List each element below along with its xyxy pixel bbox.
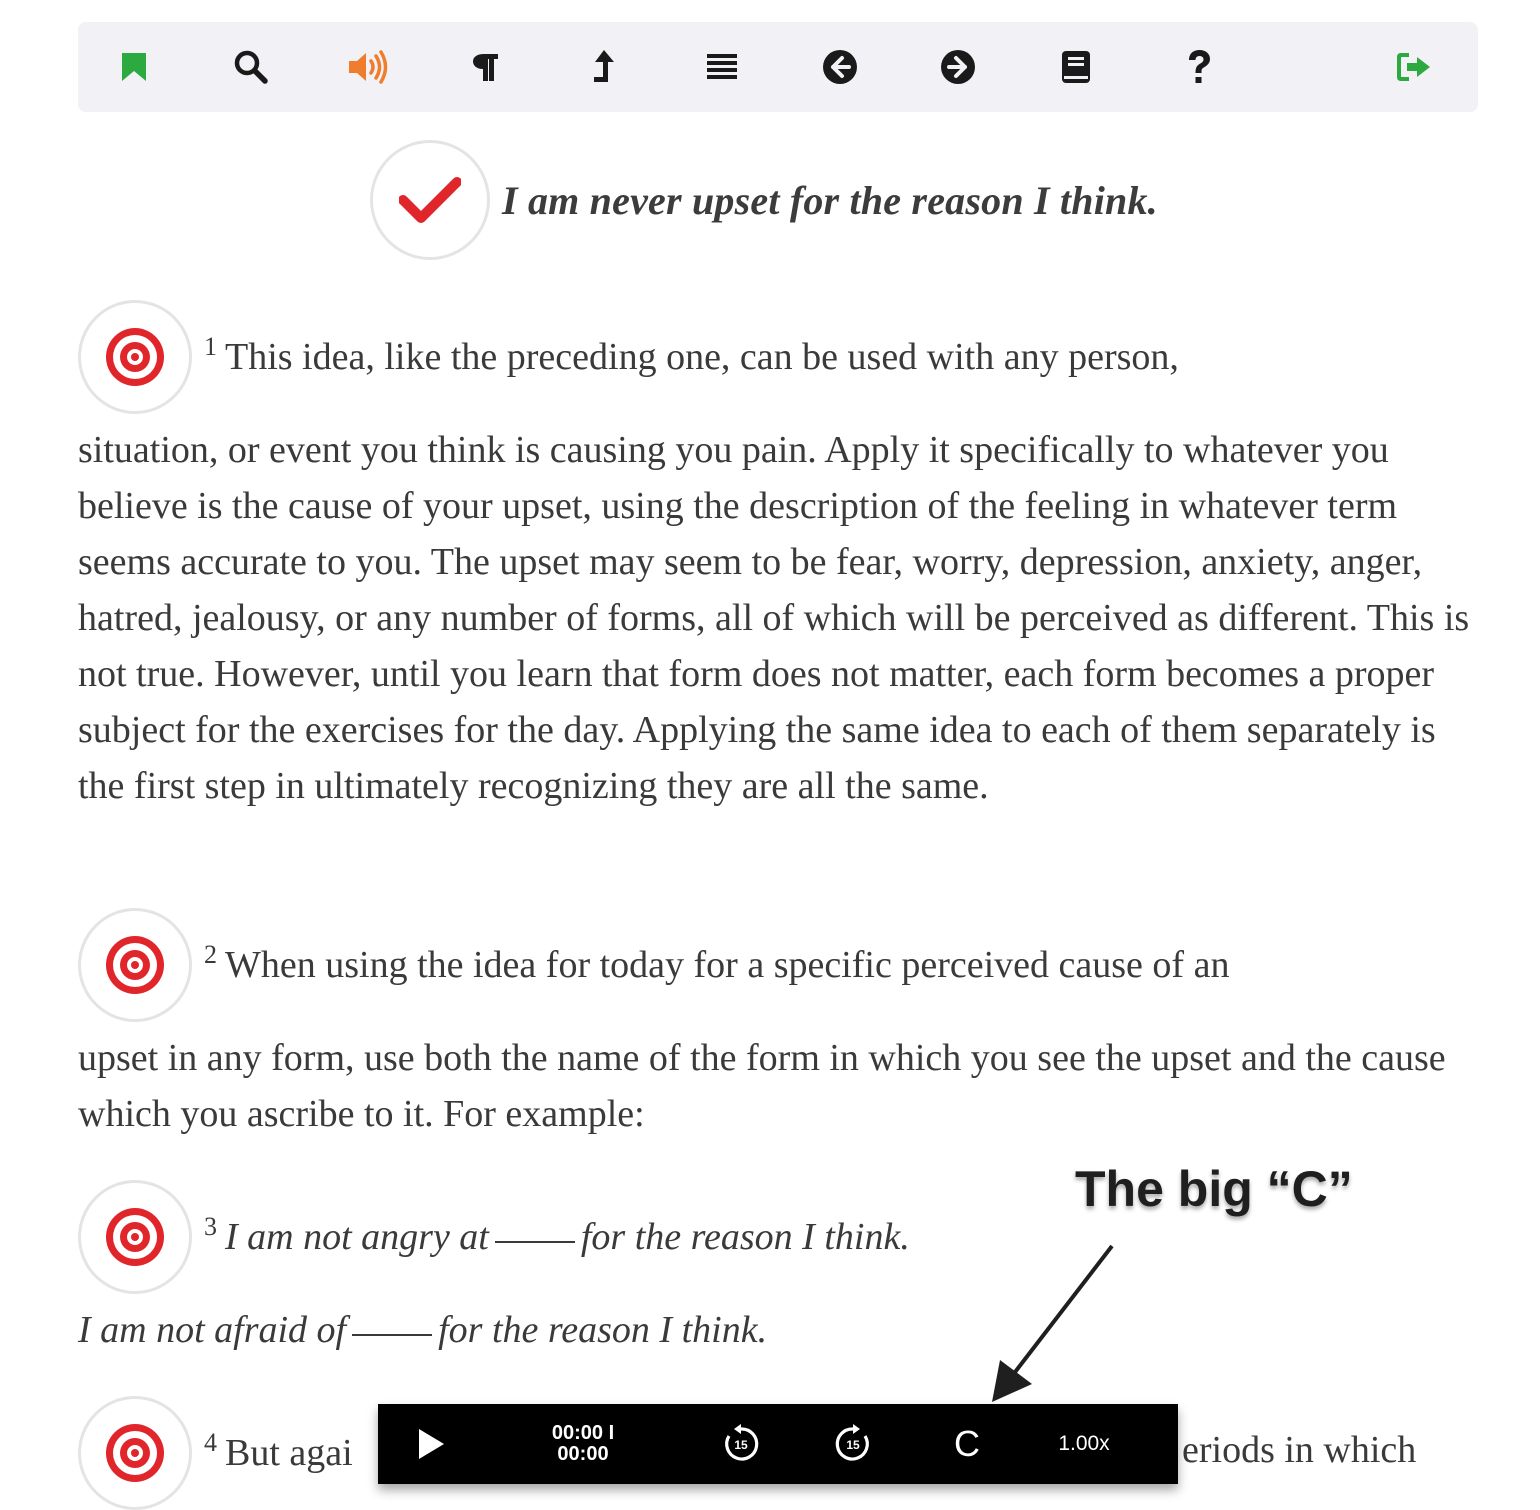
bookmark-button[interactable]: [112, 45, 156, 89]
sign-out-icon: [1397, 53, 1430, 81]
paragraph-text: This idea, like the preceding one, can b…: [225, 336, 1179, 378]
blank-line: [494, 1241, 575, 1243]
annotation-label: The big “C”: [1075, 1161, 1353, 1217]
time-display: 00:00 I 00:00: [528, 1404, 638, 1484]
book-button[interactable]: [1054, 45, 1098, 89]
next-button[interactable]: [936, 45, 980, 89]
lesson-title: I am never upset for the reason I think.: [502, 177, 1158, 223]
help-icon: [1189, 50, 1210, 83]
example-text: for the reason I think.: [438, 1309, 768, 1351]
paragraph-target-button[interactable]: [78, 908, 192, 1022]
paragraph-target-button[interactable]: [78, 1180, 192, 1294]
example-line: I am not afraid of for the reason I think…: [78, 1302, 1483, 1358]
search-button[interactable]: [229, 45, 273, 89]
paragraph-target-button[interactable]: [78, 300, 192, 414]
help-button[interactable]: [1177, 45, 1221, 89]
audio-player: 00:00 I 00:00 15 15 C 1.00x: [378, 1404, 1178, 1484]
paragraph-text: But agai: [225, 1432, 353, 1474]
paragraph-text: When using the idea for today for a spec…: [225, 944, 1230, 986]
blank-line: [352, 1334, 433, 1336]
contents-button[interactable]: [700, 45, 744, 89]
book-icon: [1062, 51, 1090, 83]
next-arrow-icon: [941, 50, 975, 84]
target-icon: [106, 328, 164, 386]
paragraph-first-line: 1 This idea, like the preceding one, can …: [204, 332, 1179, 379]
level-up-button[interactable]: [582, 45, 626, 89]
paragraph-body: upset in any form, use both the name of …: [78, 1037, 1446, 1135]
paragraph-body: situation, or event you think is causing…: [78, 429, 1470, 807]
forward-label: 15: [846, 1438, 860, 1452]
level-up-icon: [594, 50, 614, 82]
sign-out-button[interactable]: [1393, 45, 1437, 89]
target-icon: [106, 1208, 164, 1266]
example-line: 3 I am not angry at for the reason I think…: [204, 1212, 910, 1259]
paragraph-number: 1: [204, 332, 217, 361]
example-text: I am not angry at: [225, 1216, 489, 1258]
playback-rate-button[interactable]: 1.00x: [1048, 1404, 1120, 1484]
current-time: 00:00 I: [551, 1422, 615, 1444]
rewind-15-button[interactable]: 15: [718, 1404, 764, 1484]
search-icon: [234, 50, 268, 84]
list-icon: [707, 54, 737, 79]
paragraph-button[interactable]: [464, 45, 508, 89]
target-icon: [106, 936, 164, 994]
example-text: I am not afraid of: [78, 1309, 347, 1351]
audio-icon: [349, 50, 388, 84]
lesson-heading: I am never upset for the reason I think.: [370, 140, 1158, 260]
previous-button[interactable]: [818, 45, 862, 89]
paragraph-number: 3: [204, 1212, 217, 1241]
paragraph-first-line: 2 When using the idea for today for a spe…: [204, 940, 1229, 987]
clear-button[interactable]: C: [944, 1404, 990, 1484]
total-time: 00:00: [557, 1443, 609, 1465]
completed-check-button[interactable]: [370, 140, 490, 260]
prev-arrow-icon: [823, 50, 857, 84]
play-icon: [419, 1429, 444, 1459]
paragraph-text-end: eriods in which: [1182, 1429, 1417, 1471]
paragraph-target-button[interactable]: [78, 1396, 192, 1510]
forward-icon: 15: [835, 1424, 869, 1461]
reader-toolbar: [78, 22, 1478, 112]
example-text: for the reason I think.: [580, 1216, 910, 1258]
play-button[interactable]: [408, 1404, 454, 1484]
rewind-icon: 15: [725, 1424, 759, 1461]
forward-15-button[interactable]: 15: [830, 1404, 876, 1484]
rewind-label: 15: [734, 1438, 748, 1452]
bookmark-icon: [122, 53, 146, 81]
target-icon: [106, 1424, 164, 1482]
checkmark-icon: [399, 177, 461, 223]
paragraph-icon: [473, 54, 498, 81]
paragraph-number: 4: [204, 1428, 217, 1457]
paragraph-first-line: 4 But agai: [204, 1428, 353, 1475]
paragraph-number: 2: [204, 940, 217, 969]
audio-button[interactable]: [346, 45, 390, 89]
